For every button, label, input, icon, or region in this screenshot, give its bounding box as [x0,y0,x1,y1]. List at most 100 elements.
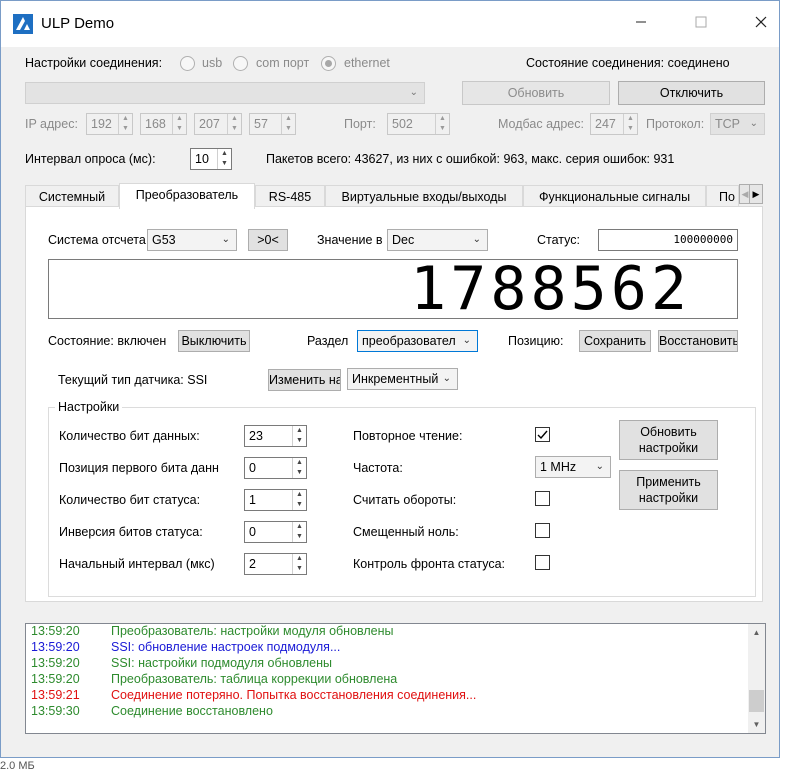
minimize-button[interactable] [618,9,664,39]
status-bits-label: Количество бит статуса: [59,493,201,507]
offset-zero-label: Смещенный ноль: [353,525,459,539]
connection-settings-label: Настройки соединения: [25,56,163,70]
count-revolutions-checkbox[interactable] [535,491,550,506]
value-format-select[interactable]: Dec ⌄ [387,229,488,251]
scroll-thumb[interactable] [749,690,764,712]
log-entry-time: 13:59:20 [31,624,80,638]
log-entry-time: 13:59:30 [31,704,80,718]
device-select[interactable]: ⌄ [25,82,425,104]
tab-more[interactable]: По [706,185,739,208]
log-entry-time: 13:59:20 [31,672,80,686]
sensor-type-label: Текущий тип датчика: SSI [58,373,208,387]
log-entry-time: 13:59:21 [31,688,80,702]
close-button[interactable] [738,9,784,39]
section-select[interactable]: преобразовател ⌄ [357,330,478,352]
radio-ethernet[interactable] [321,56,336,71]
protocol-label: Протокол: [646,117,705,131]
reference-system-label: Система отсчета [48,233,146,247]
zero-button[interactable]: >0< [248,229,288,251]
chevron-down-icon: ⌄ [409,87,418,98]
maximize-button[interactable] [678,9,724,39]
minimize-icon [636,21,646,23]
log-entry: 13:59:20 SSI: обновление настроек подмоду… [31,640,340,654]
reference-system-select[interactable]: G53 ⌄ [147,229,237,251]
frequency-select[interactable]: 1 MHz ⌄ [535,456,611,478]
title-bar[interactable]: ULP Demo [1,1,779,47]
chevron-down-icon: ⌄ [472,234,481,245]
log-entry: 13:59:20 SSI: настройки подмодуля обновле… [31,656,332,670]
data-bits-label: Количество бит данных: [59,429,200,443]
disconnect-button[interactable]: Отключить [618,81,765,105]
status-edge-control-checkbox[interactable] [535,555,550,570]
refresh-button[interactable]: Обновить [462,81,610,105]
radio-com-port[interactable] [233,56,248,71]
tab-scroll-right-button[interactable]: ▶ [749,184,763,204]
log-entry-time: 13:59:20 [31,656,80,670]
section-label: Раздел [307,334,349,348]
ip-label: IP адрес: [25,117,78,131]
ip-octet-1[interactable]: 192 ▲ ▼ [86,113,133,135]
radio-usb-label: usb [202,56,223,70]
status-bits-input[interactable]: 1 ▲ ▼ [244,489,307,511]
log-entry: 13:59:30 Соединение восстановлено [31,704,273,718]
sensor-type-select[interactable]: Инкрементный ⌄ [347,368,458,390]
first-bit-position-input[interactable]: 0 ▲ ▼ [244,457,307,479]
repeat-read-checkbox[interactable] [535,427,550,442]
log-entry-message: SSI: настройки подмодуля обновлены [111,656,333,670]
modbus-address-label: Модбас адрес: [498,117,584,131]
chevron-down-icon: ⌄ [462,335,471,346]
connection-state: Состояние соединения: соединено [526,56,730,70]
radio-ethernet-label: ethernet [344,56,390,70]
status-bits-inversion-input[interactable]: 0 ▲ ▼ [244,521,307,543]
initial-interval-label: Начальный интервал (мкс) [59,557,215,571]
radio-usb[interactable] [180,56,195,71]
position-label: Позицию: [508,334,564,348]
converter-tab-panel: Система отсчета G53 ⌄ >0< Значение в Dec… [25,206,763,602]
event-log[interactable]: 13:59:20 Преобразователь: настройки модул… [25,623,766,734]
log-entry-message: Преобразователь: таблица коррекции обнов… [111,672,398,686]
settings-group-legend: Настройки [55,400,123,414]
repeat-read-label: Повторное чтение: [353,429,463,443]
status-label: Статус: [537,233,580,247]
background-text: 2.0 МБ [0,760,35,772]
ip-octet-2[interactable]: 168 ▲ ▼ [140,113,187,135]
log-entry: 13:59:21 Соединение потеряно. Попытка вос… [31,688,476,702]
log-entry: 13:59:20 Преобразователь: таблица коррекц… [31,672,397,686]
poll-interval-input[interactable]: 10 ▲ ▼ [190,148,232,170]
modbus-address-input[interactable]: 247 ▲ ▼ [590,113,638,135]
main-window: ULP Demo Настройки соединения: usb com п… [0,0,780,758]
tab-system[interactable]: Системный [25,185,119,208]
tab-rs485[interactable]: RS-485 [255,185,325,208]
save-button[interactable]: Сохранить [579,330,651,352]
initial-interval-input[interactable]: 2 ▲ ▼ [244,553,307,575]
log-entry-message: SSI: обновление настроек подмодуля... [111,640,341,654]
offset-zero-checkbox[interactable] [535,523,550,538]
log-scrollbar[interactable]: ▲ ▼ [748,624,765,733]
status-edge-control-label: Контроль фронта статуса: [353,557,506,571]
scroll-up-icon[interactable]: ▲ [748,624,765,641]
chevron-down-icon: ⌄ [442,373,451,384]
change-to-button[interactable]: Изменить на [268,369,341,391]
log-entry-message: Соединение потеряно. Попытка восстановле… [111,688,477,702]
count-revolutions-label: Считать обороты: [353,493,457,507]
close-icon [755,16,767,28]
ip-octet-4[interactable]: 57 ▲ ▼ [249,113,296,135]
turn-off-button[interactable]: Выключить [178,330,250,352]
log-entry-time: 13:59:20 [31,640,80,654]
update-settings-button[interactable]: Обновить настройки [619,420,718,460]
data-bits-input[interactable]: 23 ▲ ▼ [244,425,307,447]
tab-functional-signals[interactable]: Функциональные сигналы [523,185,706,208]
scroll-down-icon[interactable]: ▼ [748,716,765,733]
restore-button[interactable]: Восстановить [658,330,738,352]
tab-converter[interactable]: Преобразователь [119,183,255,209]
port-input[interactable]: 502 ▲ ▼ [387,113,450,135]
value-format-label: Значение в [317,233,383,247]
settings-group: Настройки Количество бит данных: 23 ▲ ▼ По… [48,400,756,597]
ip-octet-3[interactable]: 207 ▲ ▼ [194,113,242,135]
protocol-select[interactable]: TCP ⌄ [710,113,765,135]
tab-virtual-io[interactable]: Виртуальные входы/выходы [325,185,523,208]
apply-settings-button[interactable]: Применить настройки [619,470,718,510]
state-label: Состояние: включен [48,334,167,348]
window-title: ULP Demo [41,15,115,32]
position-display-value: 1788562 [410,259,691,319]
